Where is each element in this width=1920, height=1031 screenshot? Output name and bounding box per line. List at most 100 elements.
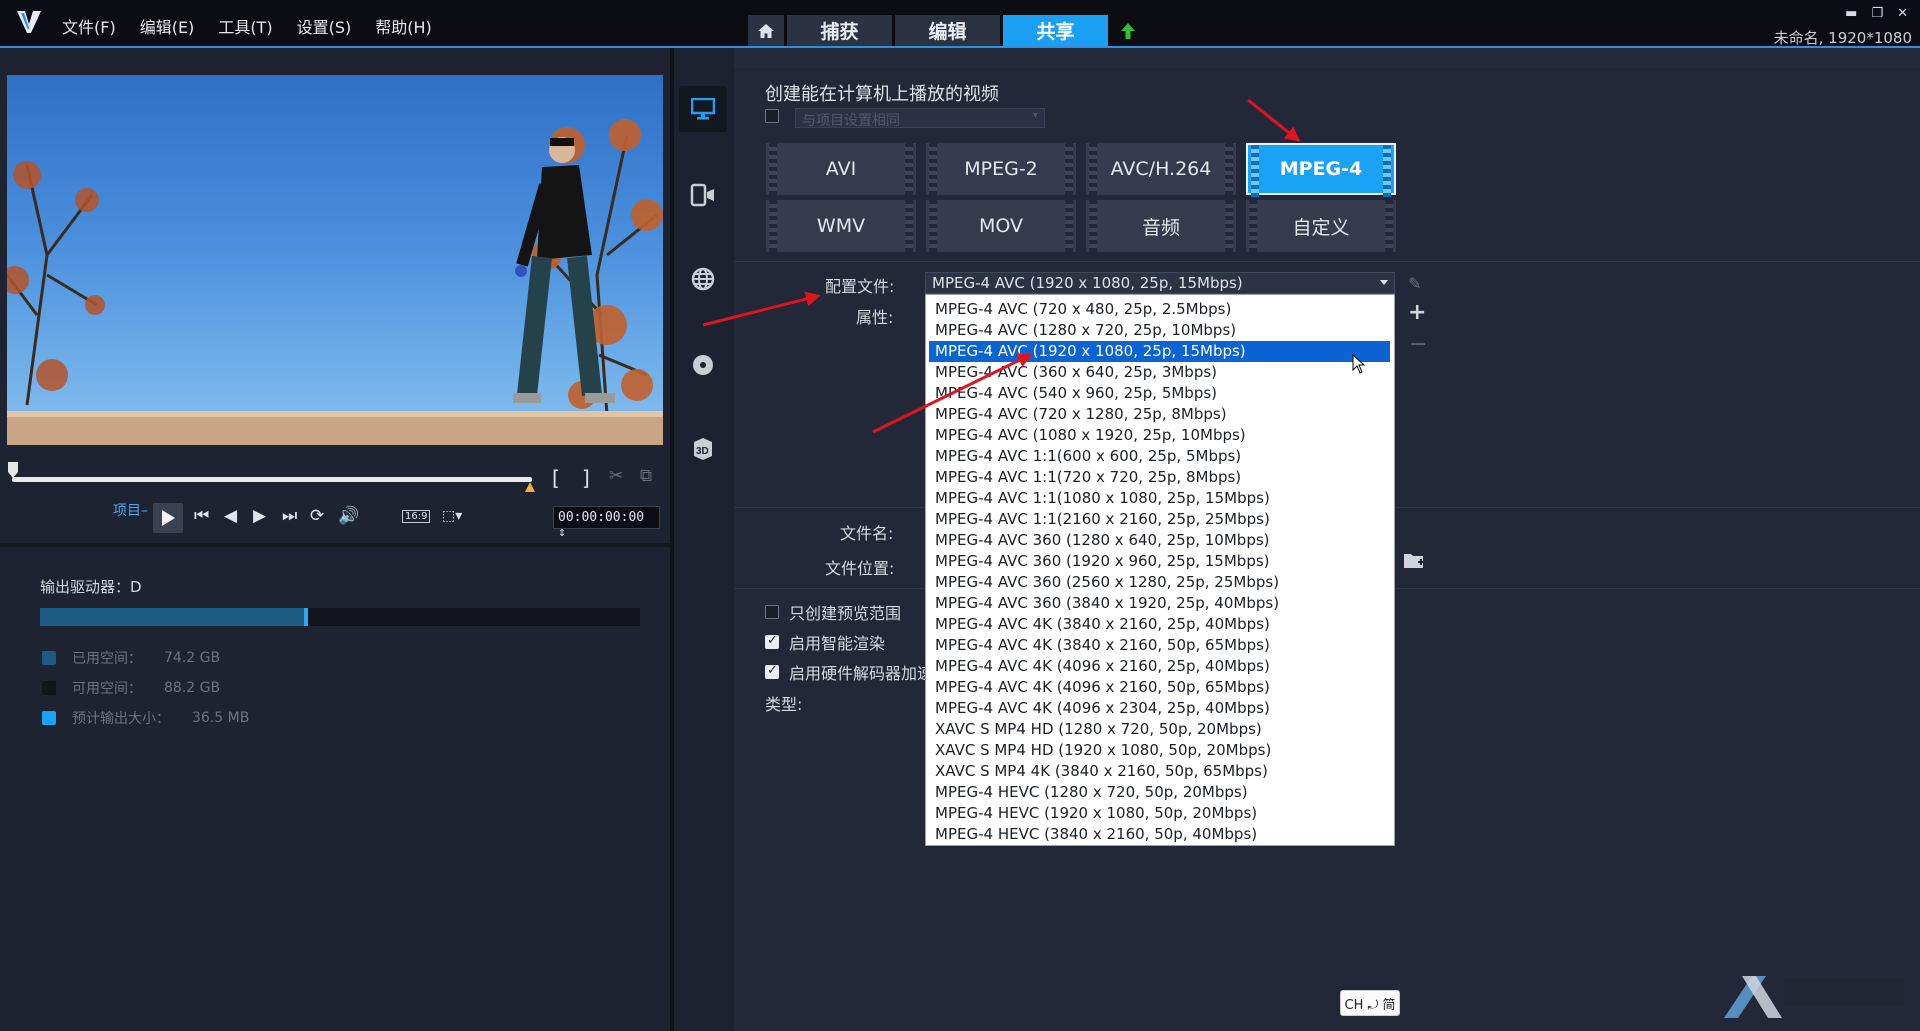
3d-category[interactable]: 3D	[679, 426, 727, 472]
menu-bar: 文件(F) 编辑(E) 工具(T) 设置(S) 帮助(H)	[62, 14, 456, 38]
profile-option[interactable]: MPEG-4 AVC 1:1(720 x 720, 25p, 8Mbps)	[929, 467, 1390, 488]
window-controls: ▬ ❐ ✕	[1845, 6, 1908, 21]
mark-out-button[interactable]: ]	[582, 466, 590, 490]
menu-edit[interactable]: 编辑(E)	[140, 14, 195, 38]
profile-option[interactable]: MPEG-4 AVC (1920 x 1080, 25p, 15Mbps)	[929, 341, 1390, 362]
timecode-field[interactable]: 00:00:00:00 ⇕	[553, 506, 660, 540]
format-custom-button[interactable]: 自定义	[1246, 200, 1396, 252]
edit-profile-icon[interactable]: ✎	[1408, 274, 1421, 293]
menu-tools[interactable]: 工具(T)	[218, 14, 272, 38]
tab-share[interactable]: 共享	[1003, 15, 1108, 46]
minimize-icon[interactable]: ▬	[1845, 6, 1857, 21]
same-as-project-checkbox[interactable]	[765, 109, 779, 123]
add-profile-icon[interactable]: +	[1408, 300, 1426, 325]
computer-category[interactable]	[679, 86, 727, 132]
disc-category[interactable]	[679, 342, 727, 388]
profile-option[interactable]: MPEG-4 AVC (540 x 960, 25p, 5Mbps)	[929, 383, 1390, 404]
browse-folder-button[interactable]	[1403, 552, 1425, 574]
legend-estimate-swatch	[42, 711, 56, 725]
profile-option[interactable]: MPEG-4 AVC (1280 x 720, 25p, 10Mbps)	[929, 320, 1390, 341]
profile-option[interactable]: MPEG-4 AVC 360 (2560 x 1280, 25p, 25Mbps…	[929, 572, 1390, 593]
3d-icon: 3D	[694, 438, 712, 460]
go-to-end-icon[interactable]: ⏭	[282, 506, 297, 526]
menu-file[interactable]: 文件(F)	[62, 14, 116, 38]
legend-estimate-value: 36.5 MB	[192, 710, 250, 726]
profile-option[interactable]: XAVC S MP4 HD (1280 x 720, 50p, 20Mbps)	[929, 719, 1390, 740]
file-location-label: 文件位置:	[825, 559, 895, 578]
smart-render-label: 启用智能渲染	[789, 634, 886, 653]
restore-icon[interactable]: ❐	[1871, 6, 1883, 21]
profile-option[interactable]: MPEG-4 AVC 4K (4096 x 2160, 25p, 40Mbps)	[929, 656, 1390, 677]
scrubber-bar[interactable]	[12, 477, 532, 482]
hw-decoder-label: 启用硬件解码器加速	[789, 664, 934, 683]
share-top-band	[734, 48, 1920, 68]
format-mpeg2-button[interactable]: MPEG-2	[926, 143, 1076, 195]
device-category[interactable]	[679, 172, 727, 218]
profile-option[interactable]: MPEG-4 AVC (360 x 640, 25p, 3Mbps)	[929, 362, 1390, 383]
profile-option[interactable]: MPEG-4 AVC 4K (4096 x 2304, 25p, 40Mbps)	[929, 698, 1390, 719]
go-to-start-icon[interactable]: ⏮	[194, 506, 209, 526]
close-icon[interactable]: ✕	[1897, 6, 1908, 21]
project-mode-label[interactable]: 项目–	[113, 500, 148, 520]
profile-option[interactable]: MPEG-4 AVC 1:1(2160 x 2160, 25p, 25Mbps)	[929, 509, 1390, 530]
video-preview[interactable]	[7, 75, 663, 445]
profile-dropdown[interactable]: MPEG-4 AVC (1920 x 1080, 25p, 15Mbps)	[925, 272, 1395, 294]
profile-option[interactable]: MPEG-4 AVC 4K (4096 x 2160, 50p, 65Mbps)	[929, 677, 1390, 698]
format-mov-button[interactable]: MOV	[926, 200, 1076, 252]
ime-indicator[interactable]: CH ⤾ 简	[1340, 990, 1400, 1016]
profile-option[interactable]: MPEG-4 AVC 1:1(1080 x 1080, 25p, 15Mbps)	[929, 488, 1390, 509]
same-as-project-dropdown[interactable]: 与项目设置相同 ▾	[795, 108, 1045, 129]
next-frame-icon[interactable]: ▶	[253, 506, 266, 526]
previous-frame-icon[interactable]: ◀	[224, 506, 237, 526]
profile-option[interactable]: MPEG-4 HEVC (3840 x 2160, 50p, 40Mbps)	[929, 824, 1390, 845]
panel-separator	[0, 543, 670, 547]
profile-option[interactable]: MPEG-4 HEVC (1280 x 720, 50p, 20Mbps)	[929, 782, 1390, 803]
tab-home[interactable]	[748, 15, 784, 46]
format-avi-button[interactable]: AVI	[766, 143, 916, 195]
upload-button[interactable]	[1111, 15, 1145, 46]
mouse-cursor-icon	[1352, 354, 1366, 374]
play-button[interactable]	[153, 503, 183, 533]
scissors-icon[interactable]: ✂	[609, 466, 623, 486]
tab-edit[interactable]: 编辑	[895, 15, 1000, 46]
profile-option[interactable]: MPEG-4 AVC 4K (3840 x 2160, 50p, 65Mbps)	[929, 635, 1390, 656]
preview-range-checkbox[interactable]	[765, 605, 779, 619]
profile-option[interactable]: MPEG-4 AVC 360 (1920 x 960, 25p, 15Mbps)	[929, 551, 1390, 572]
profile-label: 配置文件:	[825, 277, 895, 296]
option-smart-render[interactable]: 启用智能渲染	[765, 630, 885, 654]
legend-free-value: 88.2 GB	[164, 680, 221, 696]
profile-option[interactable]: MPEG-4 HEVC (1920 x 1080, 50p, 20Mbps)	[929, 803, 1390, 824]
profile-option[interactable]: MPEG-4 AVC (720 x 480, 25p, 2.5Mbps)	[929, 299, 1390, 320]
profile-option[interactable]: MPEG-4 AVC (720 x 1280, 25p, 8Mbps)	[929, 404, 1390, 425]
profile-option[interactable]: MPEG-4 AVC (1080 x 1920, 25p, 10Mbps)	[929, 425, 1390, 446]
profile-option[interactable]: MPEG-4 AVC 360 (1280 x 640, 25p, 10Mbps)	[929, 530, 1390, 551]
format-mpeg4-button[interactable]: MPEG-4	[1246, 143, 1396, 197]
menu-settings[interactable]: 设置(S)	[297, 14, 352, 38]
globe-icon	[691, 267, 715, 291]
attributes-label: 属性:	[856, 308, 894, 327]
tab-capture[interactable]: 捕获	[787, 15, 892, 46]
profile-option[interactable]: MPEG-4 AVC 4K (3840 x 2160, 25p, 40Mbps)	[929, 614, 1390, 635]
mark-in-handle[interactable]	[8, 462, 18, 478]
format-audio-button[interactable]: 音频	[1086, 200, 1236, 252]
option-hw-decoder[interactable]: 启用硬件解码器加速	[765, 660, 933, 684]
format-avc-button[interactable]: AVC/H.264	[1086, 143, 1236, 195]
option-preview-range[interactable]: 只创建预览范围	[765, 600, 901, 624]
profile-option[interactable]: XAVC S MP4 HD (1920 x 1080, 50p, 20Mbps)	[929, 740, 1390, 761]
mark-in-button[interactable]: [	[552, 466, 560, 490]
profile-option[interactable]: MPEG-4 AVC 1:1(600 x 600, 25p, 5Mbps)	[929, 446, 1390, 467]
remove-profile-icon[interactable]: −	[1409, 332, 1427, 357]
format-wmv-button[interactable]: WMV	[766, 200, 916, 252]
repeat-icon[interactable]: ⟳	[310, 506, 324, 526]
profile-option[interactable]: XAVC S MP4 4K (3840 x 2160, 50p, 65Mbps)	[929, 761, 1390, 782]
aspect-ratio-button[interactable]: 16:9	[402, 510, 431, 523]
profile-dropdown-list[interactable]: MPEG-4 AVC (720 x 480, 25p, 2.5Mbps) MPEG…	[925, 294, 1395, 846]
menu-help[interactable]: 帮助(H)	[375, 14, 432, 38]
web-category[interactable]	[679, 256, 727, 302]
volume-icon[interactable]: 🔊	[338, 506, 359, 526]
crop-mode-icon[interactable]: ⬚▾	[442, 508, 462, 524]
hw-decoder-checkbox[interactable]	[765, 663, 779, 679]
copy-icon[interactable]: ⧉	[640, 466, 652, 486]
profile-option[interactable]: MPEG-4 AVC 360 (3840 x 1920, 25p, 40Mbps…	[929, 593, 1390, 614]
smart-render-checkbox[interactable]	[765, 633, 779, 649]
